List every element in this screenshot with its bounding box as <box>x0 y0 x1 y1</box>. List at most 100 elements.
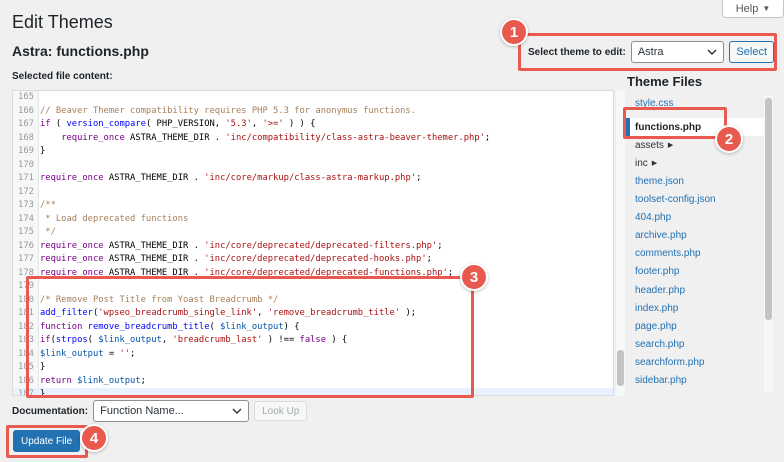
step-badge-3: 3 <box>460 263 488 291</box>
code-token: * Load deprecated functions <box>40 213 189 224</box>
code-line[interactable]: 175 */ <box>13 226 613 240</box>
code-line[interactable]: 173 /** <box>13 199 613 213</box>
theme-file-search-php[interactable]: search.php <box>626 335 766 353</box>
code-token: ASTRA_THEME_DIR . <box>103 240 205 251</box>
code-line[interactable]: 165 <box>13 91 613 105</box>
code-line[interactable]: 185} <box>13 361 613 375</box>
code-token: } <box>40 362 46 372</box>
theme-file-label: sidebar.php <box>635 375 687 386</box>
theme-files-title: Theme Files <box>627 74 703 89</box>
theme-file-label: header.php <box>635 284 686 296</box>
code-text: add_filter('wpseo_breadcrumb_single_link… <box>39 308 416 318</box>
code-line[interactable]: 170 <box>13 159 613 173</box>
code-token: /** <box>40 200 56 210</box>
line-number: 178 <box>18 267 34 278</box>
code-token: remove_breadcrumb_title <box>87 321 210 332</box>
theme-file-style-css[interactable]: style.css <box>626 94 766 112</box>
theme-file-sidebar-php[interactable]: sidebar.php <box>626 372 766 390</box>
code-line[interactable]: 182 function remove_breadcrumb_title( $li… <box>13 321 613 335</box>
select-theme-button[interactable]: Select <box>729 41 774 63</box>
code-line[interactable]: 166 // Beaver Themer compatibility requir… <box>13 105 613 119</box>
theme-file-label: searchform.php <box>635 356 705 368</box>
code-text: } <box>39 389 45 395</box>
code-token: '' <box>119 348 131 359</box>
theme-file-label: index.php <box>635 302 679 314</box>
code-line[interactable]: 178 require_once ASTRA_THEME_DIR . 'inc/c… <box>13 267 613 281</box>
code-token: ASTRA_THEME_DIR . <box>103 267 205 278</box>
line-number: 180 <box>18 294 34 305</box>
code-token: $link_output <box>40 348 104 359</box>
code-token: ) !== <box>262 335 300 345</box>
code-editor[interactable]: 165 166 // Beaver Themer compatibility req… <box>12 90 614 396</box>
update-file-button[interactable]: Update File <box>13 430 81 452</box>
editor-scroll-thumb[interactable] <box>617 350 624 386</box>
code-token: strpos <box>55 335 88 345</box>
code-line[interactable]: 174 * Load deprecated functions <box>13 213 613 227</box>
theme-file-searchform-php[interactable]: searchform.php <box>626 353 766 371</box>
help-tab[interactable]: Help ▼ <box>722 0 784 18</box>
line-number: 169 <box>18 146 34 156</box>
code-token: // Beaver Themer compatibility requires … <box>40 105 417 116</box>
code-line[interactable]: 176 require_once ASTRA_THEME_DIR . 'inc/c… <box>13 240 613 254</box>
function-name-dropdown[interactable]: Function Name... <box>93 400 250 422</box>
code-token: 'inc/core/markup/class-astra-markup.php' <box>204 173 417 183</box>
code-line[interactable]: 171 require_once ASTRA_THEME_DIR . 'inc/c… <box>13 172 613 186</box>
theme-file-label: functions.php <box>635 121 702 133</box>
code-token: 'remove_breadcrumb_title' <box>267 308 401 318</box>
theme-file-footer-php[interactable]: footer.php <box>626 263 766 281</box>
theme-file-label: 404.php <box>635 212 672 224</box>
code-line[interactable]: 169} <box>13 145 613 159</box>
code-token: ); <box>400 308 417 318</box>
editor-scrollbar[interactable] <box>616 90 625 396</box>
code-line[interactable]: 184 $link_output = ''; <box>13 348 613 362</box>
theme-select-dropdown[interactable]: Astra <box>630 41 725 63</box>
code-text: /** <box>39 200 56 210</box>
expand-arrow-icon[interactable]: ▶ <box>652 159 657 167</box>
theme-files-scrollbar[interactable] <box>764 96 773 392</box>
line-number: 186 <box>18 375 34 386</box>
code-token: require_once <box>40 267 104 278</box>
code-text: * Load deprecated functions <box>39 214 188 224</box>
code-token: ; <box>130 348 136 359</box>
line-number: 175 <box>18 227 34 237</box>
code-text: } <box>39 146 45 156</box>
line-number: 177 <box>18 254 34 264</box>
theme-file-page-php[interactable]: page.php <box>626 317 766 335</box>
theme-file-archive-php[interactable]: archive.php <box>626 227 766 245</box>
theme-file-toolset-config-json[interactable]: toolset-config.json <box>626 191 766 209</box>
code-line[interactable]: 167 if ( version_compare( PHP_VERSION, '5… <box>13 118 613 132</box>
theme-file-theme-json[interactable]: theme.json <box>626 172 766 190</box>
look-up-button[interactable]: Look Up <box>254 401 308 421</box>
expand-arrow-icon[interactable]: ▶ <box>668 141 673 149</box>
code-token: if <box>40 119 51 129</box>
code-token: ASTRA_THEME_DIR . <box>103 173 205 183</box>
code-token: ( <box>50 119 67 129</box>
code-line[interactable]: 187} <box>13 388 613 395</box>
theme-file-functions-php[interactable]: functions.php <box>626 118 766 137</box>
theme-file-404-php[interactable]: 404.php <box>626 209 766 227</box>
line-number: 165 <box>18 92 34 102</box>
code-line[interactable]: 181 add_filter('wpseo_breadcrumb_single_l… <box>13 307 613 321</box>
theme-file-header-php[interactable]: header.php <box>626 281 766 299</box>
theme-file-assets[interactable]: assets ▶ <box>626 136 766 154</box>
code-text: $link_output = ''; <box>39 349 135 359</box>
theme-file-inc[interactable]: inc ▶ <box>626 154 766 172</box>
theme-file-index-php[interactable]: index.php <box>626 299 766 317</box>
code-token: $link_output <box>77 375 141 386</box>
code-token: ) { <box>283 321 300 332</box>
line-number: 179 <box>18 281 34 291</box>
code-token: 'inc/core/deprecated/deprecated-hooks.ph… <box>204 254 427 264</box>
line-number: 173 <box>18 200 34 210</box>
theme-file-comments-php[interactable]: comments.php <box>626 245 766 263</box>
code-line[interactable]: 172 <box>13 186 613 200</box>
theme-file-label: search.php <box>635 338 685 350</box>
code-line[interactable]: 177 require_once ASTRA_THEME_DIR . 'inc/c… <box>13 253 613 267</box>
code-line[interactable]: 179 <box>13 280 613 294</box>
code-line[interactable]: 180 /* Remove Post Title from Yoast Bread… <box>13 294 613 308</box>
theme-files-scroll-thumb[interactable] <box>765 98 772 320</box>
code-token: $link_output <box>98 335 162 345</box>
code-line[interactable]: 168 require_once ASTRA_THEME_DIR . 'inc/… <box>13 132 613 146</box>
code-line[interactable]: 183 if(strpos( $link_output, 'breadcrumb_… <box>13 334 613 348</box>
code-token: = <box>103 348 120 359</box>
code-line[interactable]: 186 return $link_output; <box>13 375 613 389</box>
